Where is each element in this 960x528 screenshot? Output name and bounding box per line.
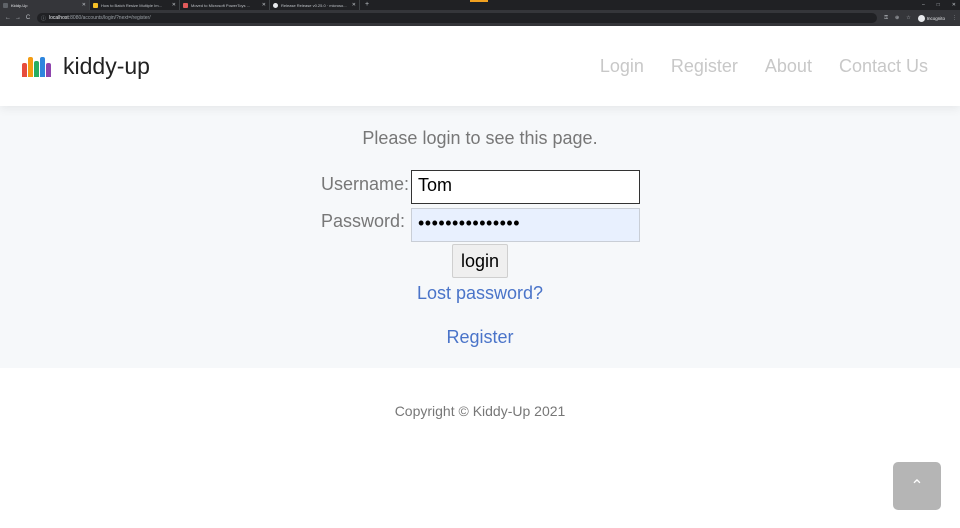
back-arrow-icon[interactable]: ← [3,15,13,21]
tab-title: Moved to Microsoft PowerToys ... [191,2,250,8]
tab-title: How to Batch Resize Multiple Im... [101,2,162,8]
browser-tab-github-release[interactable]: Release Release v0.25.0 · microso... ✕ [270,0,360,10]
reload-icon[interactable]: C [23,15,33,21]
main-nav: Login Register About Contact Us [600,26,928,106]
key-icon[interactable]: ⚿ [884,15,888,21]
close-icon[interactable]: ✕ [82,2,86,8]
tab-title: Kiddy-Up [11,2,28,8]
brand-name: kiddy-up [63,52,150,79]
lost-password-link[interactable]: Lost password? [0,283,960,304]
kids-logo-icon [22,55,51,77]
forward-arrow-icon[interactable]: → [13,15,23,21]
nav-about-link[interactable]: About [765,56,812,77]
chevron-up-icon: ⌃ [910,478,924,495]
recording-indicator [470,0,488,2]
menu-kebab-icon[interactable]: ⋮ [952,15,957,21]
incognito-label: Incognito [926,15,945,21]
close-icon[interactable]: ✕ [172,2,176,8]
register-link[interactable]: Register [0,327,960,348]
zoom-icon[interactable]: ⊕ [895,15,899,21]
browser-toolbar: ← → C ⓘ localhost :8080/accounts/login/?… [0,10,960,26]
site-favicon-icon [183,2,188,8]
username-label: Username: [321,174,410,194]
login-required-message: Please login to see this page. [362,128,598,148]
toolbar-right: ⚿ ⊕ ☆ Incognito ⋮ [884,14,957,22]
info-icon[interactable]: ⓘ [41,15,46,22]
copyright-text: Copyright © Kiddy-Up 2021 [394,403,566,419]
password-label: Password: [321,211,406,231]
incognito-badge[interactable]: Incognito [917,14,945,22]
new-tab-button[interactable]: + [360,0,374,10]
minimize-icon[interactable]: – [922,2,925,8]
login-panel: Please login to see this page. Username:… [0,106,960,368]
browser-tab-powertoys[interactable]: Moved to Microsoft PowerToys ... ✕ [180,0,270,10]
incognito-icon [917,14,925,22]
brand[interactable]: kiddy-up [22,53,150,80]
close-icon[interactable]: ✕ [262,2,266,8]
site-header: kiddy-up Login Register About Contact Us [0,26,960,106]
nav-contact-link[interactable]: Contact Us [839,56,928,77]
scroll-to-top-button[interactable]: ⌃ [893,462,941,510]
site-favicon-icon [93,2,98,8]
nav-login-link[interactable]: Login [600,56,644,77]
close-icon[interactable]: ✕ [352,2,356,8]
login-button[interactable]: login [452,244,508,278]
browser-tab-batch-resize[interactable]: How to Batch Resize Multiple Im... ✕ [90,0,180,10]
github-icon [273,2,278,8]
globe-icon [3,2,8,8]
browser-tabstrip: Kiddy-Up ✕ How to Batch Resize Multiple … [0,0,960,10]
address-bar[interactable]: ⓘ localhost :8080/accounts/login/?next=/… [37,13,877,23]
url-path: :8080/accounts/login/?next=/register/ [68,15,151,21]
password-field[interactable]: ••••••••••••••• [411,208,640,242]
close-window-icon[interactable]: ✕ [952,2,956,8]
nav-register-link[interactable]: Register [671,56,738,77]
bookmark-star-icon[interactable]: ☆ [906,15,910,21]
username-field[interactable]: Tom [411,170,640,204]
url-host: localhost [49,15,69,21]
window-controls: – □ ✕ [922,0,956,10]
browser-tab-kiddy-up[interactable]: Kiddy-Up ✕ [0,0,90,10]
maximize-icon[interactable]: □ [937,2,940,8]
tab-title: Release Release v0.25.0 · microso... [281,2,347,8]
